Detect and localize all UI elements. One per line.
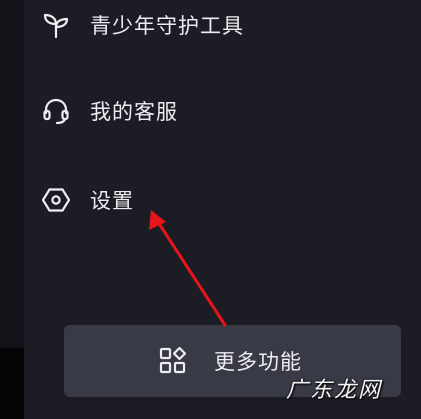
hexagon-settings-icon (40, 184, 72, 216)
left-content-edge-bottom (0, 348, 24, 419)
menu-item-teen-guardian[interactable]: 青少年守护工具 (40, 3, 244, 47)
menu-item-label: 我的客服 (90, 100, 178, 124)
watermark: 广东龙网 (286, 378, 383, 403)
menu-item-label: 设置 (90, 189, 134, 213)
grid-apps-icon (156, 344, 190, 378)
sprout-icon (40, 9, 72, 41)
menu-item-settings[interactable]: 设置 (40, 178, 134, 222)
menu-item-label: 青少年守护工具 (90, 14, 244, 38)
headset-icon (40, 95, 72, 127)
menu-item-customer-service[interactable]: 我的客服 (40, 89, 178, 133)
